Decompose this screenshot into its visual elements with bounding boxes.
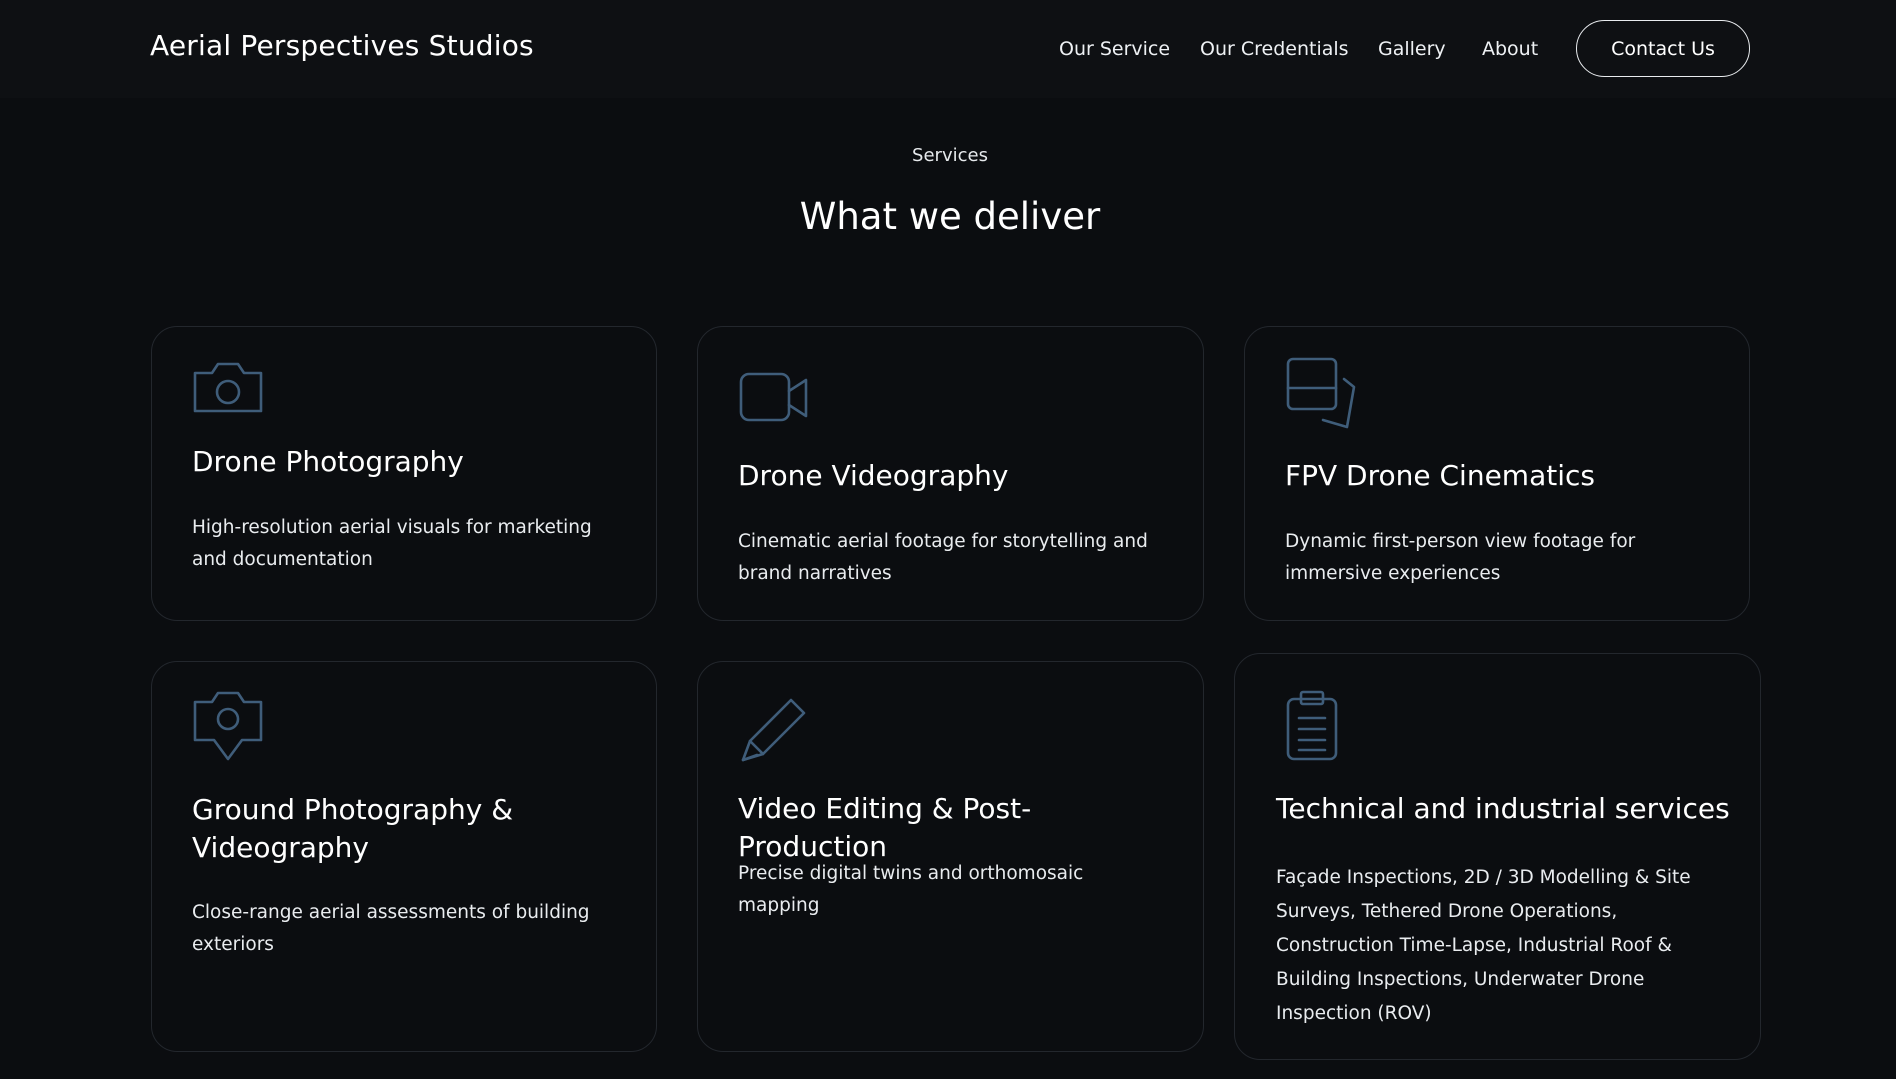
service-card-ground-photography-videography[interactable]: Ground Photography & Videography Close-r… bbox=[151, 661, 657, 1052]
device-stack-icon bbox=[1285, 357, 1357, 429]
pencil-icon bbox=[738, 695, 810, 767]
camera-icon bbox=[192, 355, 264, 427]
top-navigation-bar: Aerial Perspectives Studios Our Service … bbox=[0, 0, 1896, 98]
section-title: What we deliver bbox=[799, 195, 1101, 238]
card-description: High-resolution aerial visuals for marke… bbox=[192, 517, 592, 570]
nav-link-our-credentials[interactable]: Our Credentials bbox=[1200, 38, 1349, 60]
location-camera-icon bbox=[192, 690, 264, 762]
nav-link-our-service[interactable]: Our Service bbox=[1059, 38, 1170, 60]
service-card-drone-videography[interactable]: Drone Videography Cinematic aerial foota… bbox=[697, 326, 1204, 621]
card-description: Close-range aerial assessments of buildi… bbox=[192, 902, 590, 955]
card-description: Façade Inspections, 2D / 3D Modelling & … bbox=[1276, 867, 1691, 1024]
nav-link-gallery[interactable]: Gallery bbox=[1378, 38, 1446, 60]
service-card-video-editing[interactable]: Video Editing & Post-Production Precise … bbox=[697, 661, 1204, 1052]
card-title: Drone Photography bbox=[192, 445, 464, 478]
card-title: Drone Videography bbox=[738, 459, 1009, 492]
clipboard-icon bbox=[1276, 690, 1348, 762]
video-camera-icon bbox=[738, 360, 810, 432]
card-description: Dynamic first-person view footage for im… bbox=[1285, 531, 1636, 584]
brand-logo-text[interactable]: Aerial Perspectives Studios bbox=[150, 29, 534, 62]
service-card-drone-photography[interactable]: Drone Photography High-resolution aerial… bbox=[151, 326, 657, 621]
card-title: Technical and industrial services bbox=[1276, 792, 1730, 825]
section-eyebrow: Services bbox=[912, 145, 988, 166]
contact-us-button[interactable]: Contact Us bbox=[1576, 20, 1750, 77]
card-title: FPV Drone Cinematics bbox=[1285, 459, 1595, 492]
card-description: Cinematic aerial footage for storytellin… bbox=[738, 531, 1148, 584]
card-description: Precise digital twins and orthomosaic ma… bbox=[738, 863, 1084, 916]
service-card-fpv-drone-cinematics[interactable]: FPV Drone Cinematics Dynamic first-perso… bbox=[1244, 326, 1750, 621]
card-title: Ground Photography & Videography bbox=[192, 793, 514, 864]
nav-link-about[interactable]: About bbox=[1482, 38, 1538, 60]
service-card-technical-industrial[interactable]: Technical and industrial services Façade… bbox=[1234, 653, 1761, 1060]
card-title: Video Editing & Post-Production bbox=[738, 792, 1032, 863]
